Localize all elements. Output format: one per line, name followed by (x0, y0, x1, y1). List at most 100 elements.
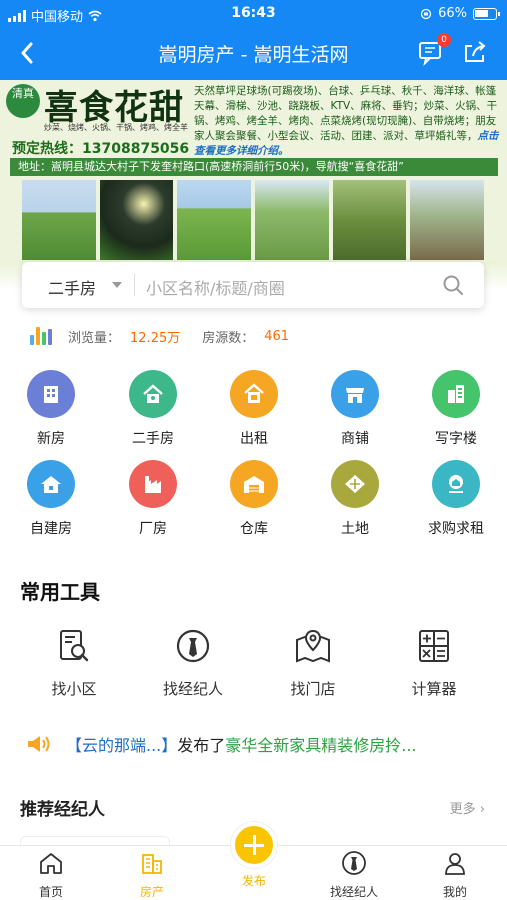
chevron-right-icon: › (479, 802, 485, 817)
battery-icon (473, 7, 500, 20)
brand-subtitle: 炒菜、烧烤、火锅、干锅、烤鸡、烤全羊 (44, 123, 188, 132)
stats-row: 浏览量： 12.25万 房源数： 461 (30, 325, 311, 347)
category-self-built[interactable]: 自建房 (1, 460, 101, 538)
warehouse-icon (230, 460, 278, 508)
ticker-action: 发布了 (177, 736, 226, 755)
category-land[interactable]: 土地 (305, 460, 405, 538)
search-type-select[interactable]: 二手房 (48, 275, 96, 299)
category-label: 厂房 (139, 521, 167, 537)
self-built-house-icon (27, 460, 75, 508)
property-icon (142, 854, 162, 874)
community-search-icon (60, 630, 89, 662)
category-label: 仓库 (240, 521, 268, 537)
search-divider (134, 274, 135, 296)
tab-label: 找经纪人 (329, 885, 378, 899)
category-label: 出租 (240, 431, 268, 447)
tool-find-community[interactable]: 找小区 (24, 628, 124, 699)
search-icon[interactable] (442, 274, 464, 296)
home-icon (40, 853, 62, 874)
tool-label: 计算器 (411, 680, 457, 698)
tool-find-agent[interactable]: 找经纪人 (143, 628, 243, 699)
tools-row: 找小区 找经纪人 找门店 计算器 (0, 628, 507, 698)
banner-description: 天然草坪足球场(可踢夜场)、台球、乒乓球、秋千、海洋球、帐篷天幕、滑梯、沙池、跷… (194, 84, 502, 159)
category-second-hand[interactable]: 二手房 (103, 370, 203, 448)
status-bar: 中国移动 16:43 66% (0, 0, 507, 28)
banner-photo (99, 180, 174, 260)
message-badge: 0 (437, 33, 451, 47)
category-office[interactable]: 写字楼 (406, 370, 506, 448)
tool-label: 找门店 (290, 680, 336, 698)
tab-publish[interactable]: 发布 (224, 822, 284, 889)
ticker-item[interactable]: 豪华全新家具精装修房拎... (225, 732, 416, 756)
tools-title: 常用工具 (20, 580, 100, 604)
office-icon (432, 370, 480, 418)
calculator-icon (419, 630, 449, 662)
banner-hotline: 预定热线：13708875056 (12, 141, 190, 157)
tab-label: 房产 (139, 885, 164, 899)
orientation-lock-icon (420, 8, 432, 19)
tool-calculator[interactable]: 计算器 (384, 628, 484, 699)
category-label: 商铺 (341, 431, 369, 447)
tool-label: 找小区 (51, 680, 97, 698)
house-icon (129, 370, 177, 418)
category-new-house[interactable]: 新房 (1, 370, 101, 448)
promo-banner[interactable]: 清真 喜食花甜 炒菜、烧烤、火锅、干锅、烤鸡、烤全羊 天然草坪足球场(可踢夜场)… (0, 80, 507, 290)
listings-value: 461 (264, 328, 290, 344)
agent-icon (342, 851, 366, 875)
building-icon (27, 370, 75, 418)
store-map-icon (296, 629, 330, 663)
category-warehouse[interactable]: 仓库 (204, 460, 304, 538)
banner-description-text: 天然草坪足球场(可踢夜场)、台球、乒乓球、秋千、海洋球、帐篷天幕、滑梯、沙池、跷… (194, 85, 498, 142)
agents-section-title: 推荐经纪人 (20, 800, 105, 820)
views-label: 浏览量： (68, 330, 121, 346)
top-bar: 中国移动 16:43 66% 嵩明房产 - 嵩明生活网 0 (0, 0, 507, 80)
tab-label: 我的 (442, 885, 467, 899)
publish-plus-icon (231, 822, 277, 868)
land-icon (331, 460, 379, 508)
speaker-icon (28, 736, 50, 752)
banner-photo (332, 180, 407, 260)
views-value: 12.25万 (130, 330, 181, 346)
category-label: 写字楼 (435, 431, 477, 447)
shop-icon (331, 370, 379, 418)
news-ticker[interactable]: 【云的那端...】 发布了 豪华全新家具精装修房拎... (26, 732, 486, 756)
category-label: 自建房 (30, 521, 72, 537)
category-label: 土地 (341, 521, 369, 537)
stats-chart-icon (30, 327, 52, 345)
agent-icon (176, 629, 210, 663)
tab-label: 首页 (38, 885, 63, 899)
chevron-down-icon[interactable] (112, 282, 122, 288)
tab-home[interactable]: 首页 (16, 850, 86, 900)
search-input[interactable]: 小区名称/标题/商圈 (146, 275, 285, 299)
category-label: 求购求租 (428, 521, 484, 537)
banner-address: 地址：嵩明县城达大村子下发奎村路口(高速桥洞前行50米)，导航搜“喜食花甜” (10, 158, 498, 176)
tab-find-agent[interactable]: 找经纪人 (319, 850, 389, 900)
rent-icon (230, 370, 278, 418)
halal-seal: 清真 (6, 84, 40, 118)
ticker-user[interactable]: 【云的那端...】 (66, 732, 177, 756)
tool-find-store[interactable]: 找门店 (263, 628, 363, 699)
nav-bar: 嵩明房产 - 嵩明生活网 0 (0, 28, 507, 80)
banner-photos (22, 180, 485, 260)
profile-icon (445, 853, 465, 875)
search-bar: 二手房 小区名称/标题/商圈 (22, 262, 484, 308)
tab-me[interactable]: 我的 (420, 850, 490, 900)
category-label: 新房 (37, 431, 65, 447)
banner-photo (410, 180, 485, 260)
share-icon[interactable] (461, 38, 489, 66)
banner-photo (22, 180, 96, 260)
category-shop[interactable]: 商铺 (305, 370, 405, 448)
more-link[interactable]: 更多 › (450, 798, 485, 817)
more-label: 更多 (449, 802, 476, 817)
tool-label: 找经纪人 (162, 680, 223, 698)
category-rent[interactable]: 出租 (204, 370, 304, 448)
banner-photo (177, 180, 252, 260)
category-label: 二手房 (132, 431, 174, 447)
category-factory[interactable]: 厂房 (103, 460, 203, 538)
request-icon (432, 460, 480, 508)
tab-label: 发布 (241, 874, 266, 888)
category-request[interactable]: 求购求租 (406, 460, 506, 538)
battery-percent: 66% (438, 6, 467, 21)
banner-photo (255, 180, 329, 260)
tab-property[interactable]: 房产 (117, 850, 187, 900)
